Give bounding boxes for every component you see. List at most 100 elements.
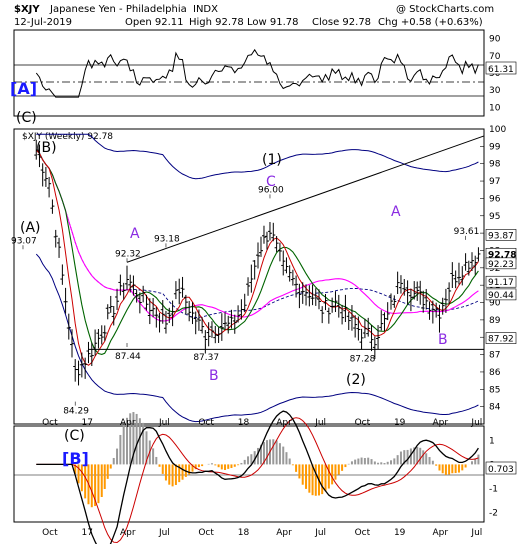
wave-1: (1)	[262, 152, 282, 168]
macd-hist-bar	[210, 463, 213, 465]
ma-fast-line	[35, 149, 479, 366]
annotation-label: 87.44	[115, 352, 141, 362]
macd-hist-bar	[80, 464, 83, 492]
exchange: INDX	[193, 4, 218, 15]
x-tick-label: Oct	[355, 528, 371, 538]
x-tick-label-mid: Oct	[355, 418, 371, 428]
macd-hist-bar	[428, 457, 431, 465]
macd-hist-bar	[373, 461, 376, 465]
high: High 92.78	[189, 17, 244, 28]
macd-hist-bar	[354, 459, 357, 465]
macd-hist-bar	[97, 464, 100, 504]
right-label: 87.92	[488, 335, 514, 345]
macd-hist-bar	[324, 464, 327, 492]
wave-A-1: A	[130, 226, 140, 242]
symbol: $XJY	[14, 4, 40, 15]
price-tick-label: 100	[489, 125, 506, 135]
macd-hist-bar	[396, 455, 399, 465]
wave-C-1: C	[266, 174, 276, 190]
open: Open 92.11	[125, 17, 184, 28]
macd-hist-bar	[106, 464, 109, 479]
macd-hist-bar	[448, 464, 451, 475]
macd-hist-bar	[406, 449, 409, 465]
macd-hist-bar	[214, 464, 217, 466]
macd-hist-bar	[116, 448, 119, 465]
annotation-label: 84.29	[63, 407, 89, 417]
macd-hist-bar	[275, 440, 278, 465]
macd-hist-bar	[112, 457, 115, 465]
macd-hist-bar	[291, 464, 294, 466]
x-tick-label: Apr	[276, 528, 292, 538]
macd-hist-bar	[386, 461, 389, 465]
macd-hist-bar	[305, 464, 308, 489]
x-tick-label-mid: 18	[238, 418, 250, 428]
macd-hist-bar	[103, 464, 106, 489]
macd-hist-bar	[138, 418, 141, 465]
x-tick-label-mid: Apr	[432, 418, 448, 428]
macd-hist-bar	[174, 464, 177, 485]
macd-hist-bar	[224, 464, 227, 470]
macd-hist-bar	[399, 451, 402, 465]
wave-B-box: [B]	[62, 449, 89, 468]
macd-hist-bar	[168, 464, 171, 485]
macd-hist-bar	[243, 459, 246, 465]
date: 12-Jul-2019	[14, 17, 72, 28]
rsi-value: 61.31	[488, 65, 514, 75]
macd-axis: 10-1-2	[489, 436, 498, 518]
right-label: 90.44	[488, 291, 514, 301]
macd-hist-bar	[337, 464, 340, 475]
macd-hist-bar	[197, 464, 200, 468]
macd-hist-bar	[321, 464, 324, 495]
rsi-series-line	[35, 48, 479, 98]
x-tick-label-mid: Oct	[42, 418, 58, 428]
macd-hist-bar	[298, 464, 301, 479]
macd-hist-bar	[233, 464, 236, 467]
macd-hist-bar	[471, 461, 474, 465]
macd-hist-bar	[438, 464, 441, 471]
annotation-label: 87.28	[350, 355, 376, 365]
macd-hist-bar	[461, 464, 464, 471]
rsi-tick-label: 30	[489, 86, 501, 96]
macd-hist-bar	[217, 464, 220, 468]
macd-hist-bar	[295, 464, 298, 472]
macd-hist-bar	[247, 456, 250, 465]
rsi-tick-label: 90	[489, 35, 501, 45]
x-tick-label: 17	[81, 528, 92, 538]
macd-hist-bar	[158, 464, 161, 467]
macd-hist-bar	[237, 464, 240, 466]
macd-hist-bar	[367, 457, 370, 465]
x-tick-label: Jul	[158, 528, 170, 538]
macd-hist-bar	[181, 464, 184, 480]
chart-canvas: $XJY Japanese Yen - Philadelphia INDX @ …	[10, 4, 516, 544]
macd-hist-bar	[155, 456, 158, 465]
macd-hist-bar	[265, 440, 268, 465]
macd-hist-bar	[360, 457, 363, 465]
macd-hist-bar	[240, 462, 243, 465]
close: Close 92.78	[312, 17, 371, 28]
x-tick-label: Oct	[42, 528, 58, 538]
x-tick-label-mid: 19	[394, 418, 406, 428]
ma-slow-line	[35, 149, 479, 322]
right-label: 93.87	[488, 231, 514, 241]
macd-hist-bar	[308, 464, 311, 493]
wave-C-top: (C)	[16, 110, 37, 126]
macd-hist-bar	[357, 458, 360, 465]
x-tick-label-mid: Apr	[276, 418, 292, 428]
macd-hist-bar	[377, 462, 380, 465]
x-tick-label-mid: Apr	[120, 418, 136, 428]
time-axis: Oct 17 Apr Jul Oct 18 Apr Jul Oct 19 Apr Jul	[42, 528, 482, 538]
wave-A-paren: (A)	[20, 220, 41, 236]
macd-hist-bar	[344, 464, 347, 468]
macd-hist-bar	[435, 464, 438, 466]
macd-hist-bar	[171, 464, 174, 487]
x-tick-label: Jul	[470, 528, 482, 538]
annotation-label: 92.32	[115, 249, 141, 259]
macd-tick-label: 1	[489, 436, 495, 446]
annotation-label: 93.61	[454, 227, 480, 237]
macd-hist-bar	[464, 464, 467, 468]
price-tick-label: 84	[489, 403, 501, 413]
change: Chg +0.58 (+0.63%)	[378, 17, 483, 28]
macd-hist-bar	[288, 458, 291, 465]
x-tick-label-mid: Oct	[198, 418, 214, 428]
price-tick-label: 96	[489, 194, 501, 204]
